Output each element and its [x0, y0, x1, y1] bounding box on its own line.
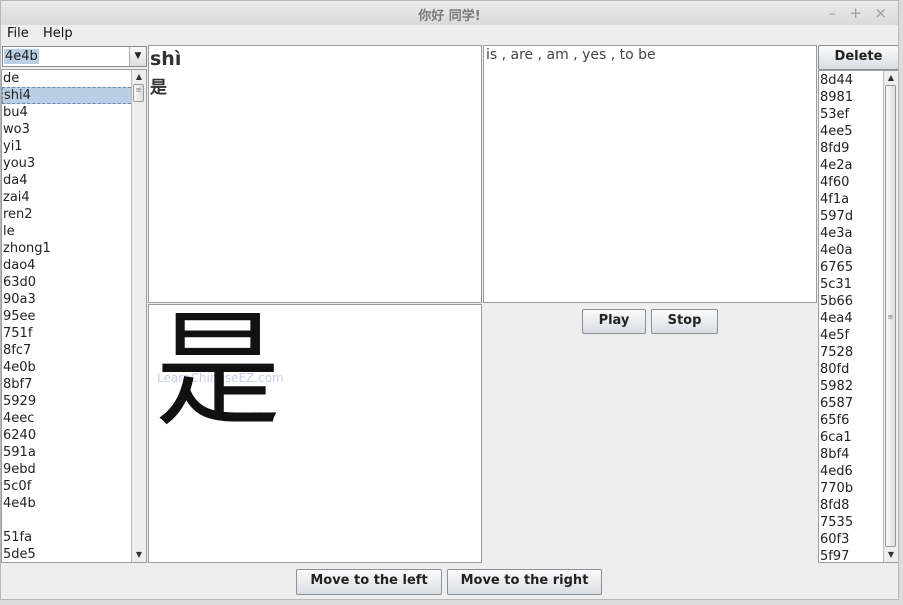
- list-item[interactable]: 51fa: [2, 529, 146, 546]
- play-button[interactable]: Play: [582, 309, 646, 334]
- stop-button[interactable]: Stop: [651, 309, 718, 334]
- delete-button[interactable]: Delete: [818, 45, 898, 70]
- list-item[interactable]: 4e0b: [2, 359, 146, 376]
- list-item[interactable]: 9ebd: [2, 461, 146, 478]
- app-window: 你好 同学! – + × File Help 4e4b ▼ de shi4 bu4 w…: [0, 0, 899, 600]
- right-scrollbar[interactable]: ▲ ≡ ▼: [883, 71, 898, 562]
- character-combo[interactable]: 4e4b ▼: [2, 46, 147, 67]
- code-list[interactable]: 8d44 8981 53ef 4ee5 8fd9 4e2a 4f60 4f1a 597d 4e3a…: [818, 70, 898, 563]
- char-info-panel: shì 是: [148, 45, 482, 303]
- list-item[interactable]: shi4: [2, 87, 146, 104]
- list-item[interactable]: 63d0: [2, 274, 146, 291]
- list-item[interactable]: yi1: [2, 138, 146, 155]
- scroll-up-icon[interactable]: ▲: [884, 71, 898, 85]
- list-item[interactable]: 95ee: [2, 308, 146, 325]
- move-right-button[interactable]: Move to the right: [447, 569, 602, 595]
- scroll-down-icon[interactable]: ▼: [132, 548, 146, 562]
- list-item[interactable]: le: [2, 223, 146, 240]
- list-item[interactable]: de: [2, 70, 146, 87]
- list-item[interactable]: [2, 512, 146, 529]
- scroll-up-icon[interactable]: ▲: [132, 70, 146, 84]
- list-item[interactable]: 90a3: [2, 291, 146, 308]
- list-item[interactable]: dao4: [2, 257, 146, 274]
- stroke-panel: LearnChineseEZ.com 是: [148, 297, 482, 563]
- list-item[interactable]: zhong1: [2, 240, 146, 257]
- list-item[interactable]: da4: [2, 172, 146, 189]
- list-item[interactable]: 5c0f: [2, 478, 146, 495]
- close-icon[interactable]: ×: [874, 4, 887, 22]
- list-item[interactable]: 5929: [2, 393, 146, 410]
- list-item[interactable]: zai4: [2, 189, 146, 206]
- hanzi-text: 是: [150, 78, 167, 98]
- title-bar: 你好 同学! – + ×: [1, 1, 898, 26]
- list-item[interactable]: you3: [2, 155, 146, 172]
- list-item[interactable]: bu4: [2, 104, 146, 121]
- list-item[interactable]: 4eec: [2, 410, 146, 427]
- meaning-text: is , are , am , yes , to be: [486, 47, 656, 63]
- pinyin-text: shì: [150, 48, 182, 70]
- list-item[interactable]: 751f: [2, 325, 146, 342]
- window-title: 你好 同学!: [418, 9, 481, 24]
- minimize-icon[interactable]: –: [829, 4, 837, 22]
- list-item[interactable]: 6240: [2, 427, 146, 444]
- list-item[interactable]: 8fc7: [2, 342, 146, 359]
- scroll-down-icon[interactable]: ▼: [884, 548, 898, 562]
- list-item[interactable]: 5de5: [2, 546, 146, 562]
- list-item[interactable]: 591a: [2, 444, 146, 461]
- list-item[interactable]: ren2: [2, 206, 146, 223]
- scroll-thumb[interactable]: ≡: [885, 85, 896, 547]
- move-left-button[interactable]: Move to the left: [296, 569, 442, 595]
- meaning-panel: is , are , am , yes , to be: [483, 45, 817, 303]
- menu-bar: File Help: [1, 25, 898, 44]
- menu-file[interactable]: File: [7, 26, 29, 41]
- chevron-down-icon[interactable]: ▼: [129, 47, 146, 66]
- list-item[interactable]: 4e4b: [2, 495, 146, 512]
- menu-help[interactable]: Help: [43, 26, 73, 41]
- left-scrollbar[interactable]: ▲ ≡ ▼: [131, 70, 146, 562]
- stroke-character: 是: [155, 297, 281, 444]
- pinyin-list[interactable]: de shi4 bu4 wo3 yi1 you3 da4 zai4 ren2 le zhong1 da…: [1, 69, 147, 563]
- list-item[interactable]: wo3: [2, 121, 146, 138]
- list-item[interactable]: 8bf7: [2, 376, 146, 393]
- combo-value: 4e4b: [4, 49, 39, 64]
- scroll-thumb[interactable]: ≡: [133, 84, 144, 102]
- maximize-icon[interactable]: +: [849, 4, 862, 22]
